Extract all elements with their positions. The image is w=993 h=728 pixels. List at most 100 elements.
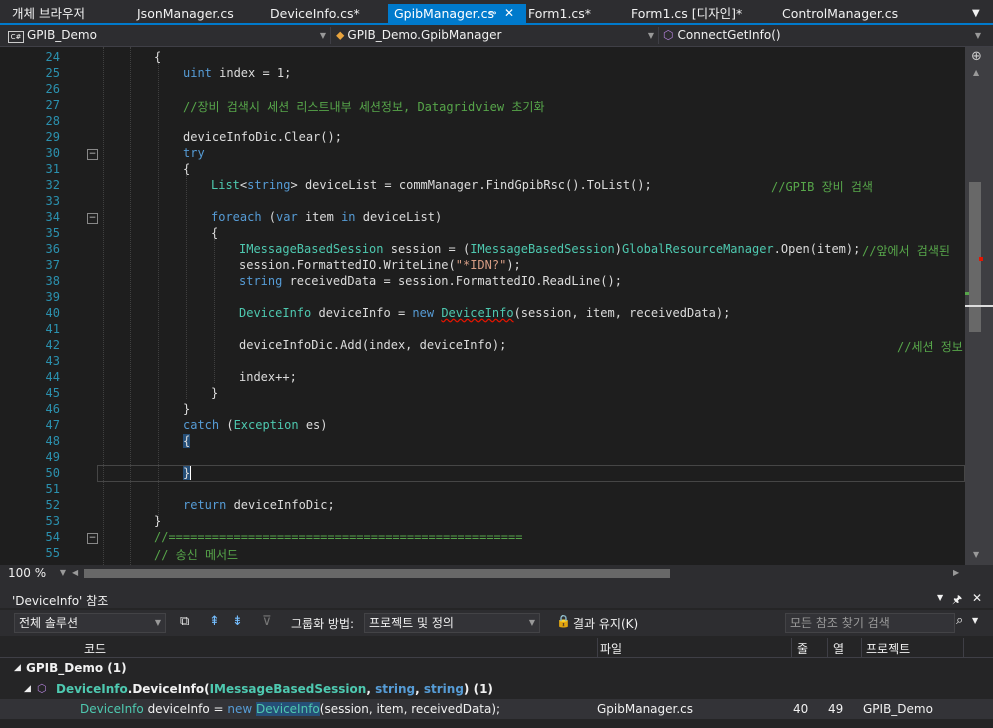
reference-result-row[interactable]: DeviceInfo deviceInfo = new DeviceInfo(s…	[0, 699, 993, 719]
code-token: IMessageBasedSession	[239, 242, 384, 256]
keep-results-button[interactable]: 결과 유지(K)	[573, 615, 638, 632]
tree-group-row[interactable]: ◢ GPIB_Demo (1)	[0, 658, 993, 678]
code-token: );	[506, 258, 521, 272]
line-number: 25	[45, 66, 60, 80]
csharp-project-icon: C#	[8, 31, 24, 43]
chevron-down-icon: ▼	[319, 31, 326, 40]
chevron-down-icon[interactable]: ▼	[972, 616, 978, 625]
code-line: string receivedData = session.FormattedI…	[239, 274, 622, 288]
panel-title-bar: 'DeviceInfo' 참조 ▼ 🖈 ✕	[0, 590, 993, 608]
code-token: in	[341, 210, 356, 224]
collapse-icon[interactable]: −	[87, 149, 98, 160]
column-file[interactable]: 파일	[600, 640, 622, 657]
expanded-arrow-icon[interactable]: ◢	[24, 679, 31, 699]
panel-menu-icon[interactable]: ▼	[937, 593, 943, 602]
collapse-icon[interactable]: −	[87, 533, 98, 544]
scope-value: 전체 솔루션	[19, 616, 79, 630]
scroll-left-icon[interactable]: ◀	[72, 568, 78, 577]
line-number: 48	[45, 434, 60, 448]
expanded-arrow-icon[interactable]: ◢	[14, 658, 21, 678]
tab-form1-designer[interactable]: Form1.cs [디자인]*	[631, 4, 742, 23]
next-location-icon[interactable]: ⇟	[232, 614, 243, 629]
code-token: )	[614, 242, 622, 256]
zoom-value: 100 %	[8, 566, 47, 580]
code-comment: //장비 검색시 세션 리스트내부 세션정보, Datagridview 초기화	[183, 100, 545, 114]
line-number: 54	[45, 530, 60, 544]
line-number: 36	[45, 242, 60, 256]
line-number: 38	[45, 274, 60, 288]
code-line: IMessageBasedSession session = (IMessage…	[239, 242, 860, 256]
caret-position-marker	[965, 305, 993, 307]
tab-list-dropdown-icon[interactable]: ▼	[972, 4, 980, 23]
result-project: GPIB_Demo	[863, 702, 933, 716]
scope-dropdown[interactable]: 전체 솔루션 ▼	[14, 613, 166, 633]
tab-form1[interactable]: Form1.cs*	[528, 4, 591, 23]
tab-gpibmanager[interactable]: GpibManager.cs ⊸ ✕	[388, 4, 526, 23]
lock-icon: 🔒	[556, 614, 571, 628]
code-line: index++;	[239, 370, 297, 384]
column-project[interactable]: 프로젝트	[866, 640, 910, 657]
line-number: 31	[45, 162, 60, 176]
tab-object-browser[interactable]: 개체 브라우저	[12, 4, 85, 23]
split-icon[interactable]: ⊕	[971, 49, 982, 64]
code-editor[interactable]: 24 25 26 27 28 29 30 31 32 33 34 35 36 3…	[0, 47, 965, 565]
code-line: }	[211, 386, 219, 400]
class-dropdown[interactable]: ⬥ GPIB_Demo.GpibManager ▼	[336, 27, 659, 44]
code-token: (session, item, receivedData);	[513, 306, 731, 320]
tab-controlmanager[interactable]: ControlManager.cs	[782, 4, 898, 23]
pin-icon[interactable]: 🖈	[952, 591, 962, 610]
code-token: > deviceList = commManager.FindGpibRsc()…	[290, 178, 652, 192]
code-token: string	[247, 178, 291, 192]
tab-jsonmanager[interactable]: JsonManager.cs	[137, 4, 234, 23]
clear-filter-icon[interactable]: ⊽	[262, 614, 272, 629]
sig-token: ) (1)	[463, 682, 493, 696]
chevron-down-icon: ▼	[974, 31, 981, 40]
tree-definition-row[interactable]: ◢ ⬡ DeviceInfo.DeviceInfo(IMessageBasedS…	[0, 679, 993, 699]
column-line[interactable]: 줄	[797, 640, 808, 657]
code-token: new	[412, 306, 435, 320]
code-token: DeviceInfo	[239, 306, 312, 320]
collapse-icon[interactable]: −	[87, 213, 98, 224]
tab-gpibmanager-label: GpibManager.cs	[394, 6, 495, 21]
column-col[interactable]: 열	[833, 640, 844, 657]
code-token: (session, item, receivedData);	[319, 702, 501, 716]
sig-token: string	[375, 682, 416, 696]
line-number: 42	[45, 338, 60, 352]
column-code[interactable]: 코드	[84, 640, 106, 657]
project-dropdown[interactable]: C# GPIB_Demo ▼	[8, 27, 331, 44]
references-search-input[interactable]: 모든 참조 찾기 검색	[785, 613, 955, 633]
indent-guide	[158, 63, 159, 519]
zoom-dropdown[interactable]: 100 % ▼	[8, 565, 66, 581]
scroll-right-icon[interactable]: ▶	[953, 568, 959, 577]
code-token: {	[183, 434, 191, 448]
scroll-down-icon[interactable]: ▼	[973, 550, 979, 559]
code-token: var	[276, 210, 298, 224]
code-token: item	[297, 210, 342, 224]
code-line: catch (Exception es)	[183, 418, 328, 432]
horizontal-scrollbar-thumb[interactable]	[84, 569, 670, 578]
code-line: {	[154, 50, 161, 64]
tab-deviceinfo[interactable]: DeviceInfo.cs*	[270, 4, 360, 23]
sig-token: string	[423, 682, 464, 696]
line-number: 46	[45, 402, 60, 416]
close-icon[interactable]: ✕	[972, 591, 982, 605]
search-icon[interactable]: ⌕	[956, 613, 963, 628]
sig-token: ,	[366, 682, 376, 696]
editor-vertical-scrollbar[interactable]: ⊕ ▲ ▼	[965, 47, 993, 565]
code-line: uint index = 1;	[183, 66, 291, 80]
text-cursor	[190, 466, 192, 480]
code-token: es)	[298, 418, 328, 432]
code-token: Exception	[233, 418, 299, 432]
class-icon: ⬥	[336, 28, 345, 42]
line-number: 47	[45, 418, 60, 432]
line-number: 33	[45, 194, 60, 208]
pin-icon[interactable]: ⊸	[488, 4, 496, 23]
close-icon[interactable]: ✕	[504, 4, 514, 23]
member-dropdown[interactable]: ⬡ ConnectGetInfo() ▼	[663, 27, 985, 44]
chevron-down-icon: ▼	[528, 618, 535, 627]
code-comment: //앞에서 검색된	[862, 244, 950, 258]
group-by-dropdown[interactable]: 프로젝트 및 정의 ▼	[364, 613, 540, 633]
prev-location-icon[interactable]: ⇞	[209, 614, 220, 629]
copy-icon[interactable]: ⧉	[180, 614, 189, 629]
scroll-up-icon[interactable]: ▲	[973, 68, 979, 77]
